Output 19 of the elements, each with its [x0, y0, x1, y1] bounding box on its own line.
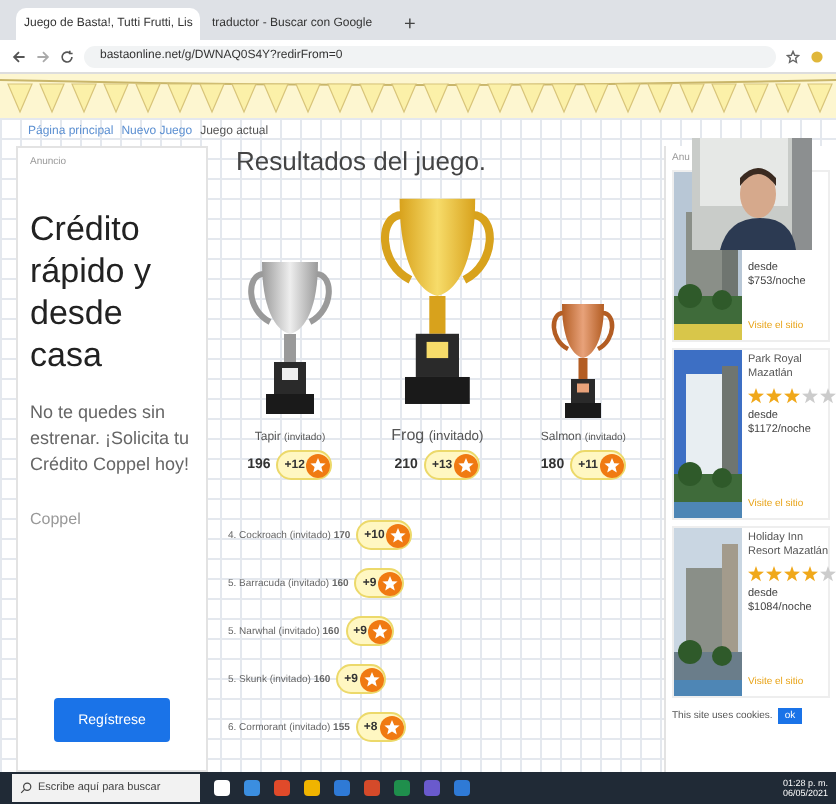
reload-icon[interactable] [60, 49, 74, 63]
search-icon [20, 782, 32, 794]
star-icon [368, 619, 393, 644]
star-icon [454, 453, 479, 478]
back-icon[interactable] [12, 49, 26, 63]
star-icon [306, 453, 331, 478]
star-icon [386, 523, 411, 548]
extension-icon[interactable] [810, 49, 824, 63]
star-icon [599, 453, 624, 478]
star-icon [379, 715, 404, 740]
forward-icon[interactable] [36, 49, 50, 63]
star-icon [360, 667, 385, 692]
star-icon [378, 571, 403, 596]
advertiser-name: Coppel [30, 510, 83, 528]
new-tab-button[interactable]: + [392, 14, 428, 40]
star-bookmark-icon[interactable] [786, 49, 800, 63]
results-title: Resultados del juego. [236, 146, 489, 176]
ad-text: No te quedes sin estrenar. ¡Solicita tu Crédito Coppel hoy! [30, 400, 192, 478]
ad-headline: Crédito rápido y desde casa [30, 208, 153, 376]
